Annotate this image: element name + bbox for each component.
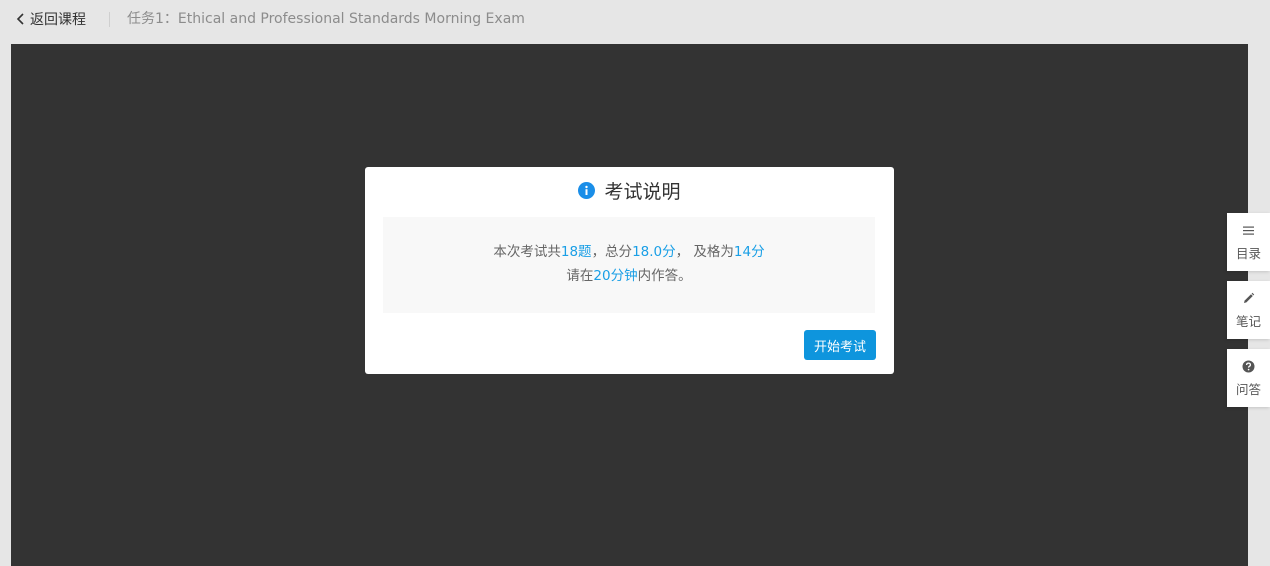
list-icon [1243, 226, 1254, 235]
total-score: 18.0分 [632, 244, 676, 260]
task-title: 任务1：Ethical and Professional Standards M… [127, 11, 525, 27]
modal-header: 考试说明 [365, 177, 894, 203]
side-tab-qa[interactable]: 问答 [1227, 349, 1270, 407]
back-to-course-link[interactable]: 返回课程 [16, 9, 86, 29]
side-tab-notes[interactable]: 笔记 [1227, 281, 1270, 339]
time-suffix: 内作答。 [637, 268, 692, 284]
side-tab-catalog[interactable]: 目录 [1227, 213, 1270, 271]
topbar-divider [109, 12, 110, 27]
side-tab-label: 问答 [1235, 382, 1261, 397]
exam-time-line: 请在20分钟内作答。 [383, 266, 875, 286]
summary-mid1: ，总分 [591, 244, 633, 260]
top-bar: 返回课程 任务1：Ethical and Professional Standa… [0, 0, 1270, 44]
exam-summary-line: 本次考试共18题，总分18.0分， 及格为14分 [383, 242, 875, 262]
start-exam-button[interactable]: 开始考试 [804, 330, 876, 360]
question-icon [1242, 360, 1255, 373]
modal-body: 本次考试共18题，总分18.0分， 及格为14分 请在20分钟内作答。 [383, 217, 875, 313]
pencil-icon [1244, 292, 1255, 303]
info-icon [578, 181, 596, 199]
side-tab-label: 目录 [1235, 246, 1261, 261]
question-count: 18题 [560, 244, 592, 260]
exam-instructions-modal: 考试说明 本次考试共18题，总分18.0分， 及格为14分 请在20分钟内作答。… [365, 167, 894, 374]
time-prefix: 请在 [566, 268, 594, 284]
modal-title: 考试说明 [604, 180, 681, 203]
pass-score: 14分 [733, 244, 765, 260]
summary-prefix: 本次考试共 [493, 244, 561, 260]
summary-mid2: ， 及格为 [675, 244, 734, 260]
side-tab-label: 笔记 [1235, 314, 1261, 329]
exam-duration: 20分钟 [593, 268, 638, 284]
back-link-label: 返回课程 [30, 12, 86, 28]
chevron-left-icon [16, 13, 24, 25]
